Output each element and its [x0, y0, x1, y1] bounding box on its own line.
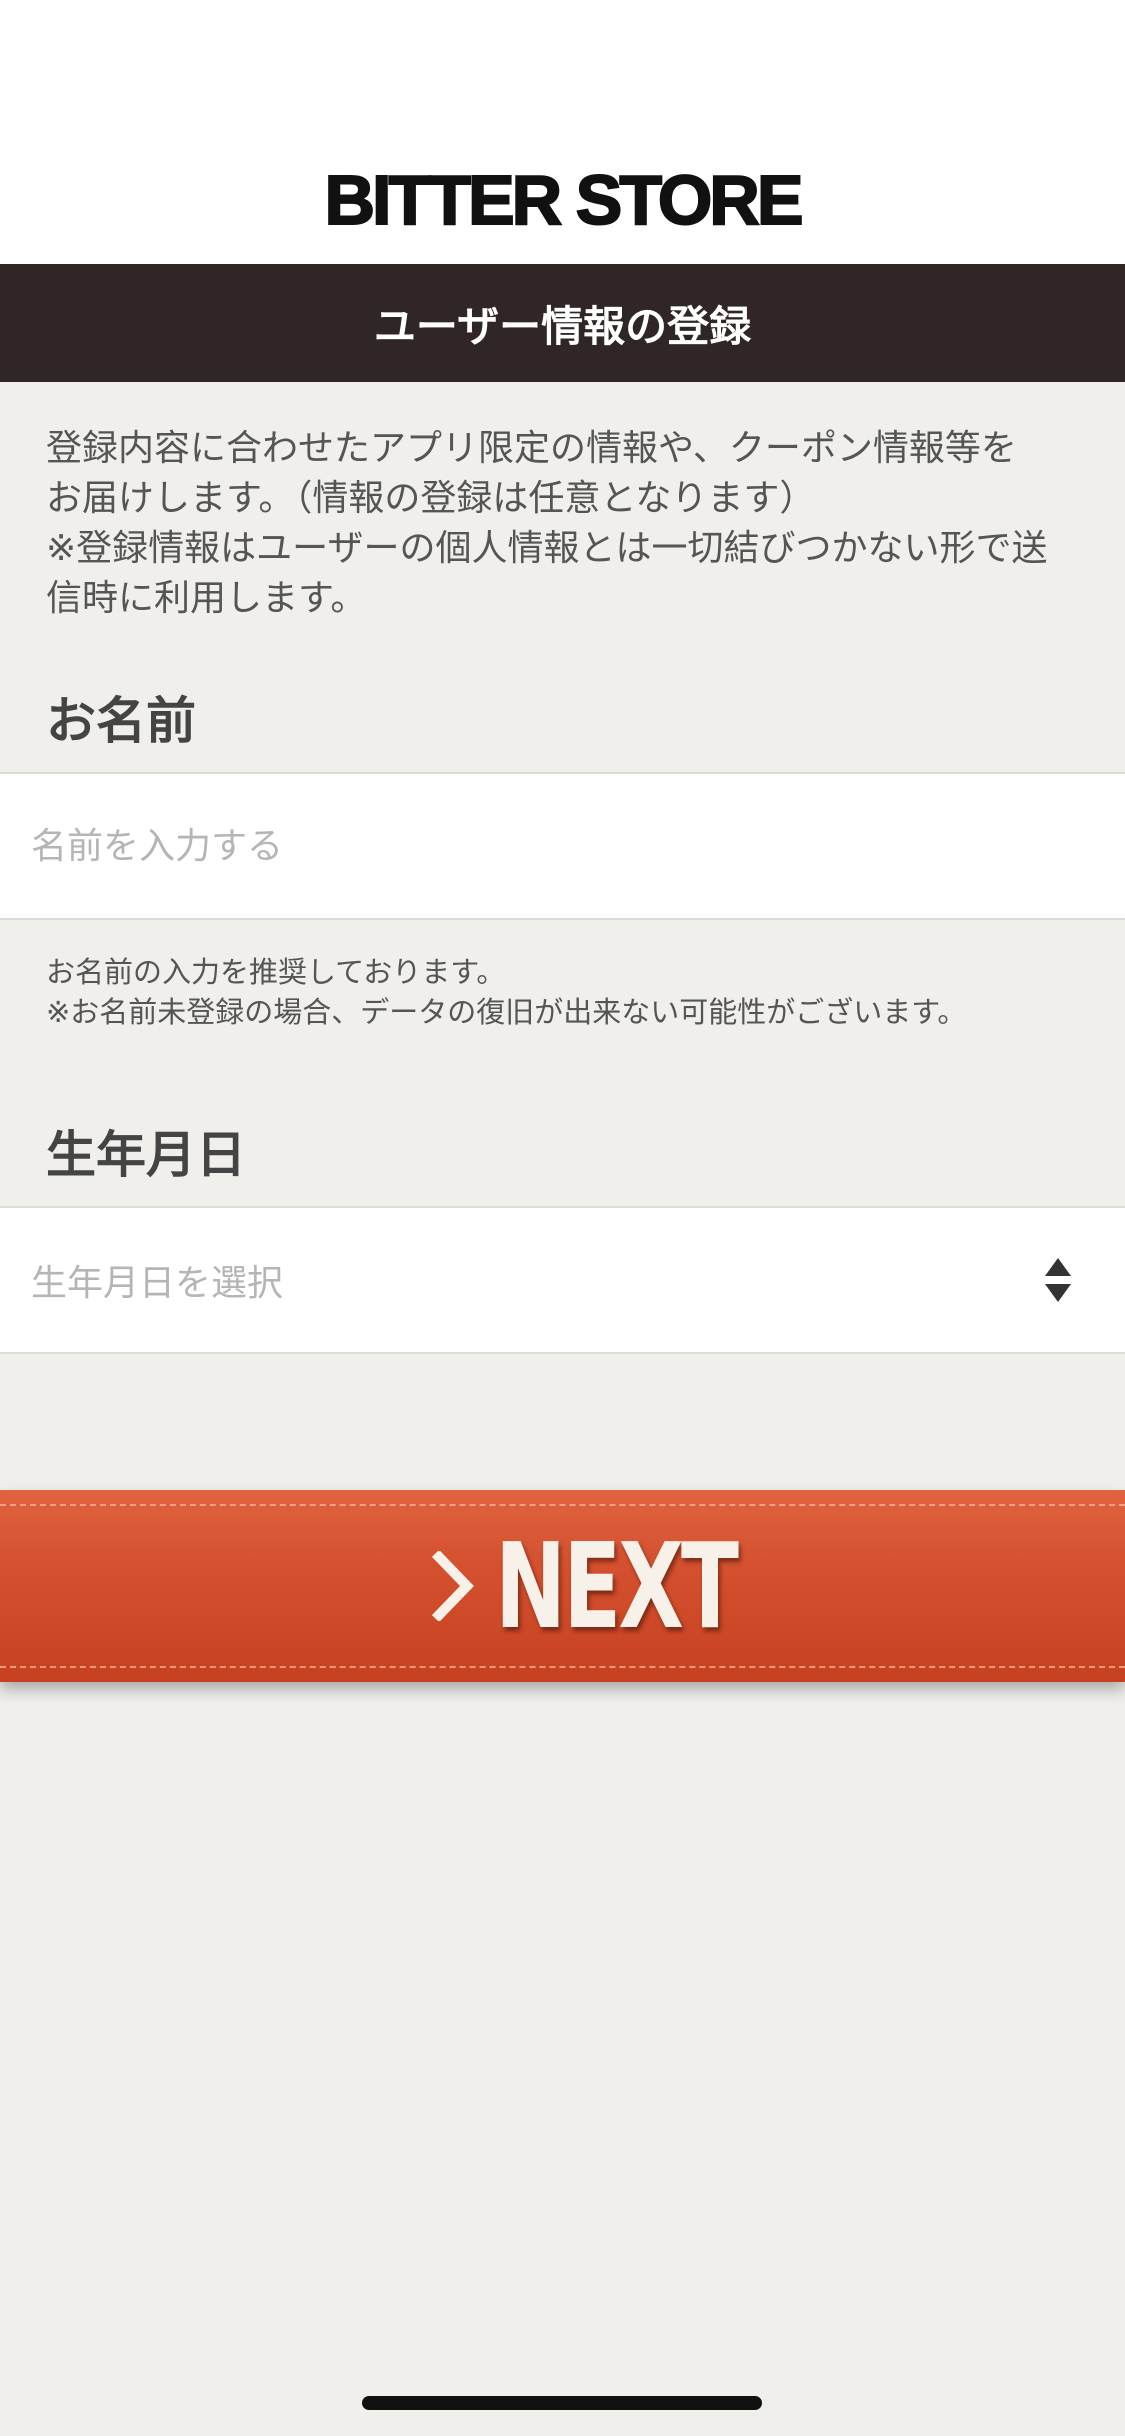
birthday-placeholder: 生年月日を選択 — [31, 1263, 284, 1304]
name-note: お名前の入力を推奨しております。 ※お名前未登録の場合、データの復旧が出来ない可… — [46, 952, 1096, 1032]
name-label: お名前 — [46, 692, 196, 750]
page-title-bar: ユーザー情報の登録 — [0, 264, 1125, 382]
brand-logo: BITTER STORE — [323, 160, 804, 240]
spacer-band — [0, 1355, 1125, 1475]
intro-line-2: お届けします。（情報の登録は任意となります） — [46, 478, 816, 519]
birthday-select[interactable]: 生年月日を選択 — [0, 1206, 1125, 1354]
name-field-container — [0, 772, 1125, 920]
next-button-content: NEXT — [431, 1517, 739, 1655]
intro-line-4: 信時に利用します。 — [46, 578, 367, 619]
next-button[interactable]: NEXT — [0, 1490, 1125, 1682]
intro-text: 登録内容に合わせたアプリ限定の情報や、クーポン情報等を お届けします。（情報の登… — [46, 424, 1086, 624]
name-note-line-2: ※お名前未登録の場合、データの復旧が出来ない可能性がございます。 — [46, 995, 967, 1029]
home-indicator[interactable] — [362, 2396, 762, 2410]
name-note-line-1: お名前の入力を推奨しております。 — [46, 955, 506, 989]
intro-line-3: ※登録情報はユーザーの個人情報とは一切結びつかない形で送 — [46, 528, 1048, 569]
birthday-label: 生年月日 — [46, 1126, 246, 1184]
next-button-label: NEXT — [494, 1517, 739, 1655]
chevron-right-icon — [431, 1551, 474, 1621]
page-title: ユーザー情報の登録 — [373, 301, 752, 351]
app-header-area: BITTER STORE — [0, 0, 1125, 264]
name-input[interactable] — [0, 774, 1125, 918]
intro-line-1: 登録内容に合わせたアプリ限定の情報や、クーポン情報等を — [46, 428, 1017, 469]
up-down-arrows-icon — [1045, 1258, 1071, 1302]
